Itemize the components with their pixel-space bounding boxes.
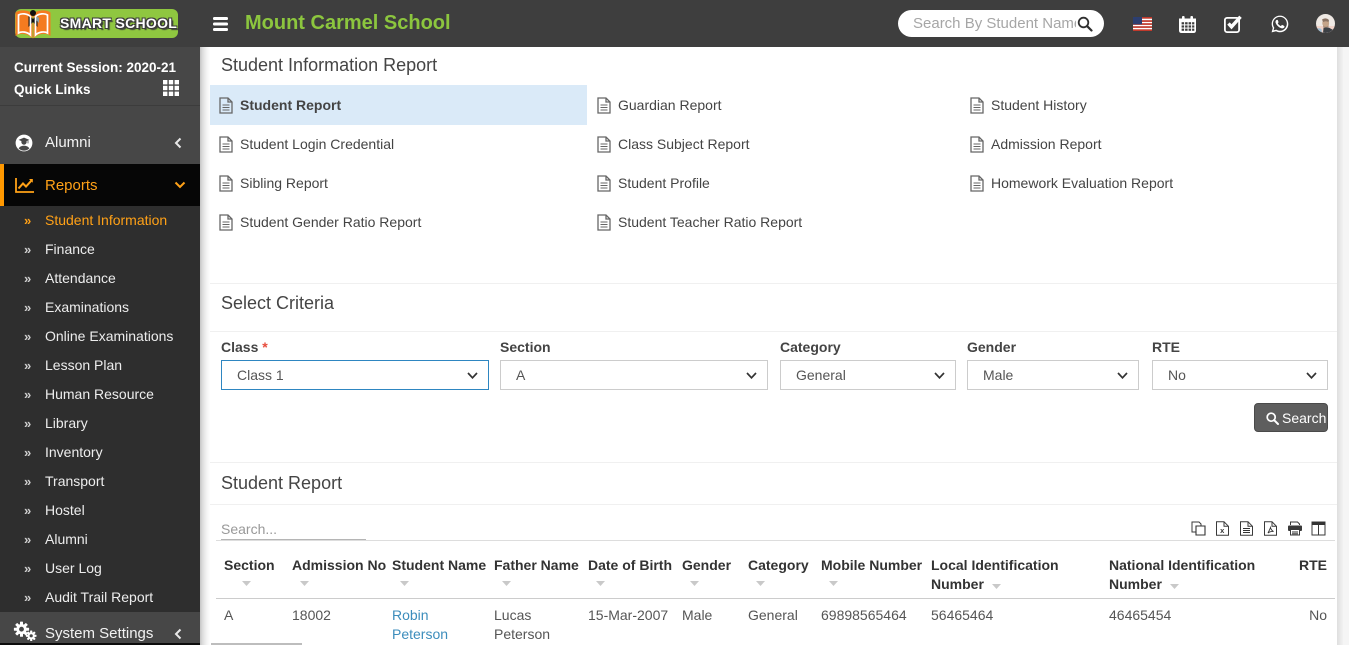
svg-text:x: x — [1220, 526, 1225, 535]
